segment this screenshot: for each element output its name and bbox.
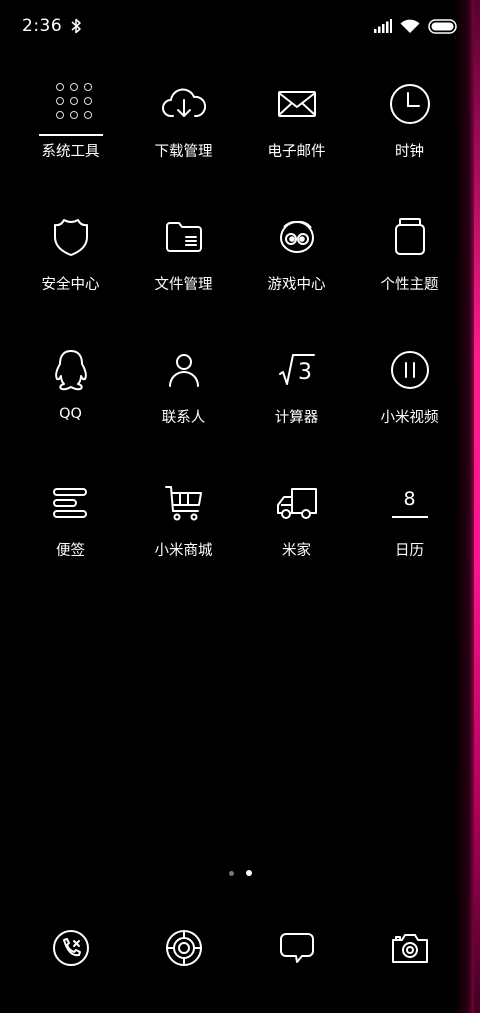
bluetooth-icon <box>71 18 81 34</box>
calendar-day: 8 <box>403 488 416 510</box>
app-label: 时钟 <box>395 144 424 160</box>
wifi-icon <box>400 19 420 33</box>
notes-icon <box>43 475 99 531</box>
phone-icon <box>43 920 99 976</box>
app-label: 下载管理 <box>154 144 213 160</box>
app-clock[interactable]: 时钟 <box>353 76 466 209</box>
app-label: QQ <box>59 406 82 422</box>
cart-icon <box>156 475 212 531</box>
app-game-center[interactable]: 游戏中心 <box>240 209 353 342</box>
app-file-manager[interactable]: 文件管理 <box>127 209 240 342</box>
app-label: 日历 <box>395 543 424 559</box>
app-calendar[interactable]: 8 日历 <box>353 475 466 608</box>
pause-circle-icon <box>382 342 438 398</box>
cloud-download-icon <box>156 76 212 132</box>
battery-icon <box>428 18 457 34</box>
app-label: 系统工具 <box>41 144 100 160</box>
app-security-center[interactable]: 安全中心 <box>14 209 127 342</box>
app-label: 游戏中心 <box>267 277 326 293</box>
app-qq[interactable]: QQ <box>14 342 127 475</box>
app-mi-video[interactable]: 小米视频 <box>353 342 466 475</box>
camera-icon <box>382 920 438 976</box>
dock-phone[interactable] <box>14 920 127 976</box>
person-icon <box>156 342 212 398</box>
app-label: 电子邮件 <box>267 144 326 160</box>
qq-penguin-icon <box>43 342 99 398</box>
page-indicator <box>0 870 480 876</box>
app-label: 个性主题 <box>380 277 439 293</box>
app-label: 计算器 <box>274 410 319 426</box>
app-label: 米家 <box>282 543 311 559</box>
page-dot-active[interactable] <box>245 870 252 876</box>
dock <box>14 920 466 976</box>
folder-icon <box>156 209 212 265</box>
dock-messages[interactable] <box>240 920 353 976</box>
status-bar: 2:36 <box>0 0 480 52</box>
app-label: 文件管理 <box>154 277 213 293</box>
dock-camera[interactable] <box>353 920 466 976</box>
app-label: 联系人 <box>161 410 206 426</box>
app-label: 小米商城 <box>154 543 213 559</box>
status-icons <box>374 18 458 34</box>
theme-jar-icon <box>382 209 438 265</box>
page-dot[interactable] <box>228 870 234 876</box>
game-face-icon <box>269 209 325 265</box>
app-grid: 系统工具 下载管理 电子邮件 时钟 安全中心 文件管理 游戏中心 个性主题 QQ… <box>14 76 466 608</box>
clock-icon <box>382 76 438 132</box>
status-time: 2:36 <box>22 16 63 36</box>
app-calculator[interactable]: 3 计算器 <box>240 342 353 475</box>
calculator-glyph: 3 <box>298 360 312 385</box>
app-label: 便签 <box>56 543 85 559</box>
app-mi-store[interactable]: 小米商城 <box>127 475 240 608</box>
app-notes[interactable]: 便签 <box>14 475 127 608</box>
truck-icon <box>269 475 325 531</box>
calendar-icon: 8 <box>382 475 438 531</box>
app-label: 安全中心 <box>41 277 100 293</box>
app-contacts[interactable]: 联系人 <box>127 342 240 475</box>
mail-icon <box>269 76 325 132</box>
app-download-manager[interactable]: 下载管理 <box>127 76 240 209</box>
app-themes[interactable]: 个性主题 <box>353 209 466 342</box>
shield-icon <box>43 209 99 265</box>
app-system-tools[interactable]: 系统工具 <box>14 76 127 209</box>
app-email[interactable]: 电子邮件 <box>240 76 353 209</box>
browser-icon <box>156 920 212 976</box>
message-icon <box>269 920 325 976</box>
dock-browser[interactable] <box>127 920 240 976</box>
app-mijia[interactable]: 米家 <box>240 475 353 608</box>
calculator-icon: 3 <box>269 342 325 398</box>
app-label: 小米视频 <box>380 410 439 426</box>
signal-icon <box>374 19 392 33</box>
system-tools-icon <box>38 76 103 136</box>
